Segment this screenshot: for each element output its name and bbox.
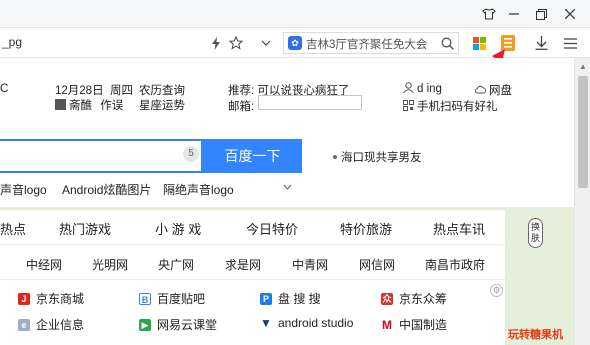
- app-label: 百度贴吧: [157, 292, 206, 306]
- date-label: 12月28日: [55, 85, 104, 97]
- restore-icon[interactable]: [530, 4, 552, 24]
- tab-car-news[interactable]: 热点车讯: [433, 219, 485, 238]
- made-in-china-icon: M: [382, 317, 392, 332]
- suggestion-item[interactable]: 隔绝声音logo: [163, 181, 234, 198]
- netdisk-label: 网盘: [489, 85, 512, 97]
- app-tieba[interactable]: B 百度贴吧: [139, 290, 205, 307]
- tab-daily-deals[interactable]: 今日特价: [246, 219, 298, 238]
- url-field[interactable]: _pg: [2, 35, 22, 49]
- site-link[interactable]: 央广网: [158, 256, 194, 273]
- app-jd[interactable]: J 京东商城: [18, 290, 84, 307]
- site-link[interactable]: 南昌市政府: [425, 256, 485, 273]
- scan-row[interactable]: 手机扫码有好礼: [403, 98, 498, 114]
- shirt-icon[interactable]: [478, 4, 500, 24]
- skin-button[interactable]: 换肤: [528, 218, 543, 248]
- search-icon[interactable]: [438, 34, 456, 52]
- user-icon: [403, 82, 414, 93]
- scan-label: 手机扫码有好礼: [417, 101, 498, 113]
- star-icon[interactable]: [227, 34, 245, 52]
- hot-topic-label: 海口现共享男友: [341, 152, 422, 164]
- android-studio-icon: ▼: [260, 316, 272, 330]
- divider: [0, 279, 505, 280]
- jd-icon: J: [18, 292, 30, 305]
- suggestion-item[interactable]: Android炫酷图片: [62, 181, 151, 198]
- bullet-icon: [333, 155, 337, 159]
- tab-travel-deals[interactable]: 特价旅游: [340, 219, 392, 238]
- site-link[interactable]: 求是网: [225, 256, 261, 273]
- cloud-icon: [475, 85, 486, 94]
- nav-tabs: 热点 热门游戏 小 游 戏 今日特价 特价旅游 热点车讯: [0, 210, 505, 245]
- mail-label: 邮箱:: [228, 101, 255, 113]
- username-link[interactable]: d ing: [417, 83, 442, 95]
- download-icon[interactable]: [532, 34, 550, 52]
- minimize-icon[interactable]: [503, 4, 525, 24]
- site-link[interactable]: 中经网: [26, 256, 62, 273]
- lunar-info: 斋醮 作误: [55, 97, 123, 113]
- suggestion-expand-icon[interactable]: [283, 184, 292, 190]
- app-android-studio[interactable]: ▼ android studio: [260, 316, 353, 330]
- search-engine-input[interactable]: ✿ 吉林3厅官齐聚任免大会: [283, 32, 459, 54]
- baidu-search-input[interactable]: [0, 139, 203, 173]
- app-label: 京东众筹: [399, 292, 448, 306]
- jd-crowdfund-icon: 众: [381, 292, 393, 305]
- weekday-label: 周四: [110, 85, 133, 97]
- lunar-action: 作误: [100, 100, 124, 112]
- app-label: android studio: [278, 316, 354, 330]
- window-titlebar: [0, 0, 590, 28]
- tab-hot[interactable]: 热点: [0, 219, 26, 238]
- address-bar: _pg ✿ 吉林3厅官齐聚任免大会: [0, 28, 590, 85]
- app-label: 盘 搜 搜: [278, 292, 321, 306]
- lunar-icon: [55, 99, 66, 110]
- promo-banner[interactable]: 玩转糖果机: [508, 326, 563, 342]
- lightning-icon[interactable]: [207, 34, 225, 52]
- netease-icon: ▶: [139, 318, 151, 331]
- site-link[interactable]: 光明网: [92, 256, 128, 273]
- tab-hot-games[interactable]: 热门游戏: [59, 219, 111, 238]
- web-page: C 12月28日 周四 农历查询 斋醮 作误 星座运势 推荐: 可以说丧心病狂了…: [0, 58, 574, 345]
- app-netease[interactable]: ▶ 网易云课堂: [139, 316, 217, 333]
- app-jd-crowdfund[interactable]: 众京东众筹: [381, 290, 447, 307]
- enterprise-icon: e: [18, 318, 30, 331]
- app-label: 企业信息: [36, 318, 85, 332]
- qrcode-icon: [403, 100, 414, 111]
- calendar-query-link[interactable]: 农历查询: [139, 82, 185, 98]
- scroll-thumb[interactable]: [578, 76, 588, 188]
- app-label: 网易云课堂: [157, 318, 218, 332]
- app-label: 京东商城: [36, 292, 85, 306]
- close-icon[interactable]: [559, 4, 581, 24]
- hot-topic[interactable]: 海口现共享男友: [333, 149, 422, 165]
- menu-icon[interactable]: [561, 34, 579, 52]
- count-badge: 5: [183, 146, 199, 162]
- app-label: 中国制造: [399, 318, 448, 332]
- suggestion-item[interactable]: 声音logo: [0, 181, 47, 198]
- site-link[interactable]: 网信网: [359, 256, 395, 273]
- search-engine-text: 吉林3厅官齐聚任免大会: [306, 39, 428, 51]
- chevron-down-icon[interactable]: [257, 34, 275, 52]
- user-row: d ing: [403, 82, 442, 95]
- site-link[interactable]: 中青网: [292, 256, 328, 273]
- netdisk-row[interactable]: 网盘: [475, 82, 512, 98]
- settings-gear-icon[interactable]: ⚙: [490, 284, 503, 297]
- tieba-icon: B: [139, 292, 151, 305]
- scroll-up-icon[interactable]: ▲: [578, 62, 588, 72]
- tab-mini-games[interactable]: 小 游 戏: [155, 219, 201, 238]
- vertical-scrollbar[interactable]: ▲: [574, 58, 590, 345]
- app-enterprise[interactable]: e 企业信息: [18, 316, 84, 333]
- paw-icon: ✿: [288, 36, 302, 50]
- baidu-search-button[interactable]: 百度一下: [203, 139, 302, 173]
- pansou-icon: P: [260, 292, 272, 305]
- lunar-label: 斋醮: [69, 100, 92, 112]
- mail-input[interactable]: [258, 95, 362, 110]
- recommend-label: 推荐:: [228, 85, 255, 97]
- horoscope-link[interactable]: 星座运势: [139, 97, 185, 113]
- nav-panel: 热点 热门游戏 小 游 戏 今日特价 特价旅游 热点车讯 中经网 光明网 央广网…: [0, 210, 505, 345]
- app-pansou[interactable]: P盘 搜 搜: [260, 290, 321, 307]
- app-made-in-china[interactable]: M 中国制造: [381, 316, 447, 333]
- header-fragment: C: [0, 83, 9, 95]
